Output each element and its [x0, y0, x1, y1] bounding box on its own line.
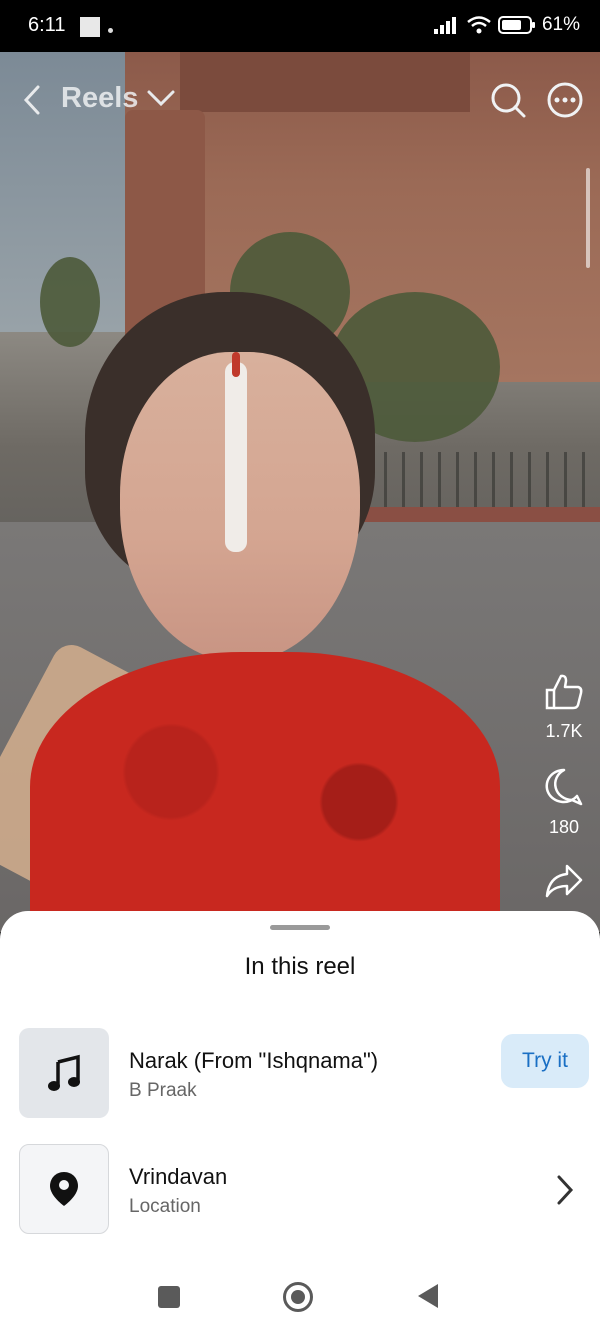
scroll-indicator: [586, 168, 590, 268]
location-thumbnail: [19, 1144, 109, 1234]
comment-control[interactable]: 180: [540, 766, 588, 838]
status-time: 6:11: [28, 14, 66, 36]
video-dress: [30, 652, 500, 932]
battery-icon: [497, 16, 535, 34]
reels-header: Reels: [0, 52, 600, 148]
share-icon[interactable]: [543, 862, 585, 900]
audio-thumbnail: [19, 1028, 109, 1118]
chevron-right-icon[interactable]: [555, 1174, 575, 1206]
audio-title: Narak (From "Ishqnama"): [129, 1048, 379, 1073]
battery-percent: 61%: [541, 14, 580, 35]
video-tilak-red: [232, 352, 240, 377]
status-bar: 6:11 61%: [0, 0, 600, 52]
location-subtitle: Location: [129, 1196, 201, 1217]
share-control[interactable]: [540, 862, 588, 905]
more-options-icon[interactable]: [545, 80, 585, 120]
reel-video[interactable]: [0, 52, 600, 932]
location-pin-icon: [50, 1172, 78, 1206]
wifi-icon: [467, 16, 491, 34]
video-tilak: [225, 362, 247, 552]
comment-count: 180: [548, 817, 580, 837]
signal-icon: [433, 17, 456, 34]
audio-row[interactable]: Narak (From "Ishqnama") B Praak Try it: [19, 1028, 589, 1120]
comment-icon[interactable]: [543, 766, 585, 808]
search-icon[interactable]: [488, 80, 528, 120]
recents-button[interactable]: [158, 1286, 180, 1308]
like-icon[interactable]: [543, 672, 585, 712]
sheet-title: In this reel: [244, 953, 356, 980]
audio-artist: B Praak: [129, 1080, 197, 1101]
back-arrow-icon[interactable]: [20, 84, 44, 116]
sheet-drag-handle[interactable]: [270, 925, 330, 930]
status-right: 61%: [433, 14, 580, 36]
try-it-button[interactable]: Try it: [501, 1034, 589, 1088]
notification-dot-icon: [108, 28, 113, 33]
back-button[interactable]: [418, 1284, 438, 1308]
system-nav-bar: [0, 1258, 600, 1333]
location-row[interactable]: Vrindavan Location: [19, 1144, 589, 1236]
like-count: 1.7K: [545, 721, 583, 741]
location-title: Vrindavan: [129, 1164, 228, 1189]
reels-title[interactable]: Reels: [61, 82, 138, 115]
like-control[interactable]: 1.7K: [540, 672, 588, 742]
video-person: [0, 292, 500, 932]
notification-icon: [80, 17, 100, 37]
home-button[interactable]: [283, 1282, 313, 1312]
chevron-down-icon[interactable]: [146, 88, 176, 108]
music-note-icon: [48, 1054, 80, 1091]
